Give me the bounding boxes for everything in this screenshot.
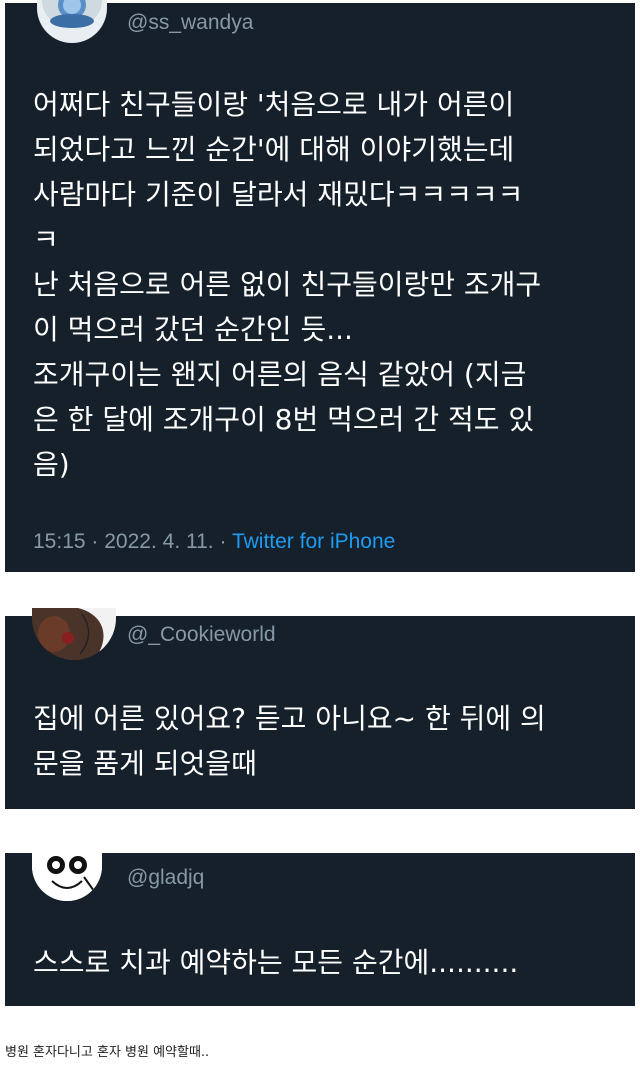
tweet-card-1: @ss_wandya 어쩌다 친구들이랑 '처음으로 내가 어른이 되었다고 느… [5,0,635,572]
meta-separator: · [219,530,227,553]
tweet-card-3: @gladjq 스스로 치과 예약하는 모든 순간에.......... [5,851,635,1006]
user-handle[interactable]: @ss_wandya [127,11,253,35]
tweet-text: 집에 어른 있어요? 듣고 아니요~ 한 뒤에 의 문을 품게 되엇을때 [33,702,546,780]
tweet-meta: 15:15 · 2022. 4. 11. · Twitter for iPhon… [33,530,395,554]
meta-separator: · [91,530,99,553]
avatar[interactable] [37,0,107,43]
cartoon-face-icon [32,851,102,901]
user-handle[interactable]: @_Cookieworld [127,623,276,647]
tweet-card-2: @_Cookieworld 집에 어른 있어요? 듣고 아니요~ 한 뒤에 의 … [5,608,635,809]
user-handle[interactable]: @gladjq [127,866,204,890]
avatar[interactable] [32,608,116,660]
tweet-text: 스스로 치과 예약하는 모든 순간에.......... [33,946,519,979]
tweet-header: @_Cookieworld [5,608,635,676]
avatar-image-icon [32,608,116,660]
caption-text: 병원 혼자다니고 혼자 병원 예약할때.. [5,1045,210,1060]
tweet-date[interactable]: 2022. 4. 11. [104,530,213,553]
tweet-text: 어쩌다 친구들이랑 '처음으로 내가 어른이 되었다고 느낀 순간'에 대해 이… [33,88,542,481]
avatar-image-icon [42,0,102,28]
tweet-header: @ss_wandya [5,0,635,57]
tweet-header: @gladjq [5,851,635,913]
tweet-time[interactable]: 15:15 [33,530,86,553]
tweet-source-link[interactable]: Twitter for iPhone [232,530,395,553]
avatar[interactable] [32,851,102,901]
